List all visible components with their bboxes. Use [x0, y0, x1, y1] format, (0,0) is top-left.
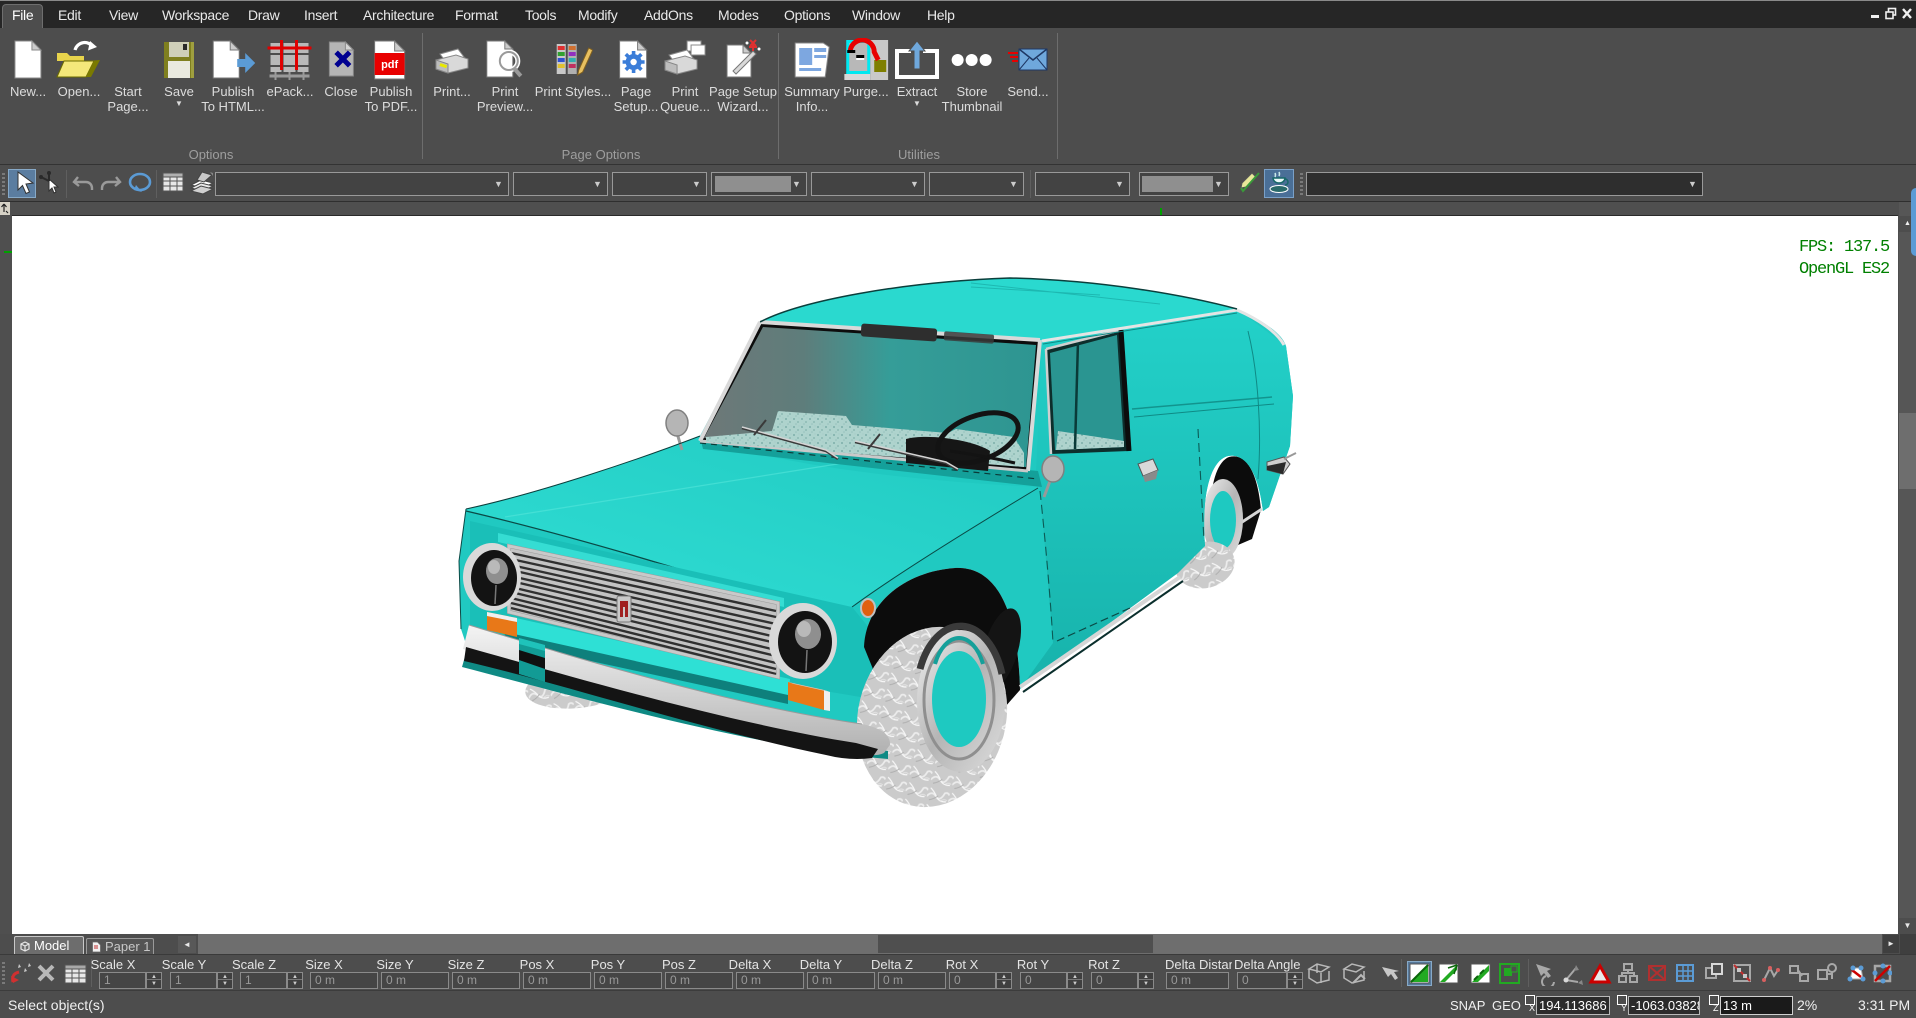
svg-text:pdf: pdf: [381, 59, 398, 71]
